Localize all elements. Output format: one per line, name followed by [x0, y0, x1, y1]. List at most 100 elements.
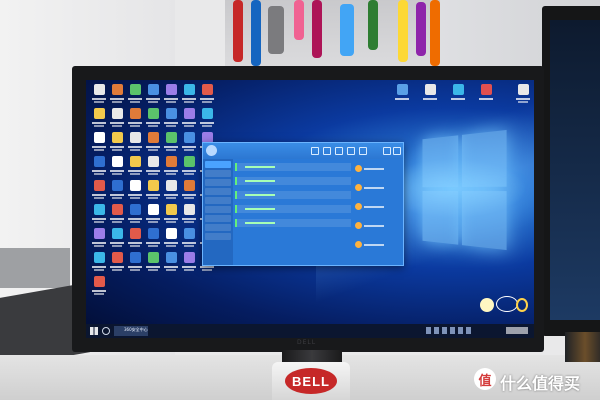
desktop-icon[interactable]	[90, 228, 108, 252]
desktop-icon[interactable]	[108, 84, 126, 108]
desktop-icon[interactable]	[198, 84, 216, 108]
desktop-icon[interactable]	[126, 228, 144, 252]
sidebar-item[interactable]	[205, 170, 231, 177]
tray-icon[interactable]	[458, 327, 463, 334]
taskbar: 360安全中心	[86, 324, 534, 338]
minimize-icon[interactable]	[383, 147, 391, 155]
sidebar-item[interactable]	[205, 215, 231, 222]
sidebar-item[interactable]	[205, 233, 231, 240]
desktop-icon[interactable]	[198, 108, 216, 132]
close-icon[interactable]	[393, 147, 401, 155]
desktop-icon[interactable]	[162, 252, 180, 276]
desktop-icon[interactable]	[162, 156, 180, 180]
desktop-widget[interactable]	[480, 294, 530, 320]
desktop-icon[interactable]	[162, 108, 180, 132]
app-window-titlebar[interactable]	[203, 143, 403, 159]
taskbar-clock[interactable]	[506, 327, 528, 334]
tray-icon[interactable]	[434, 327, 439, 334]
desktop-icon[interactable]	[180, 84, 198, 108]
desktop-icon[interactable]	[108, 228, 126, 252]
hanging-cable	[398, 0, 408, 62]
list-item[interactable]	[235, 219, 351, 227]
desktop-icon[interactable]	[90, 252, 108, 276]
list-item[interactable]	[235, 163, 351, 171]
desktop-icon[interactable]	[108, 156, 126, 180]
desktop-icon[interactable]	[126, 84, 144, 108]
list-item[interactable]	[355, 237, 401, 252]
desktop-icon[interactable]	[180, 228, 198, 252]
desktop-icon[interactable]	[420, 84, 440, 108]
desktop-icon[interactable]	[108, 204, 126, 228]
desktop-icon[interactable]	[90, 156, 108, 180]
tray-icon[interactable]	[426, 327, 431, 334]
desktop-icon[interactable]	[392, 84, 412, 108]
list-item[interactable]	[235, 191, 351, 199]
desktop-icon[interactable]	[162, 228, 180, 252]
desktop-icon[interactable]	[108, 108, 126, 132]
desktop-icon[interactable]	[90, 204, 108, 228]
desktop-icon[interactable]	[514, 84, 532, 108]
list-item[interactable]	[355, 161, 401, 176]
desktop-icon[interactable]	[180, 204, 198, 228]
desktop-icon[interactable]	[476, 84, 496, 108]
desktop-icon[interactable]	[90, 84, 108, 108]
list-item[interactable]	[355, 199, 401, 214]
desktop-icon[interactable]	[180, 108, 198, 132]
desktop-icon[interactable]	[144, 108, 162, 132]
desktop-icon[interactable]	[90, 132, 108, 156]
desktop-icon[interactable]	[108, 132, 126, 156]
toolbar-icon[interactable]	[347, 147, 355, 155]
system-tray	[426, 327, 471, 334]
desktop-icon[interactable]	[126, 204, 144, 228]
desktop-icon[interactable]	[126, 252, 144, 276]
avatar[interactable]	[206, 145, 217, 156]
desktop-icon[interactable]	[162, 180, 180, 204]
list-item[interactable]	[355, 218, 401, 233]
tray-icon[interactable]	[442, 327, 447, 334]
desktop-icon[interactable]	[144, 204, 162, 228]
tray-icon[interactable]	[466, 327, 471, 334]
desktop-icon[interactable]	[144, 132, 162, 156]
desktop-icon[interactable]	[90, 180, 108, 204]
sidebar-item[interactable]	[205, 179, 231, 186]
desktop-icon[interactable]	[108, 180, 126, 204]
toolbar-icon[interactable]	[359, 147, 367, 155]
desktop-icon[interactable]	[90, 108, 108, 132]
toolbar-icon[interactable]	[335, 147, 343, 155]
app-window[interactable]	[202, 142, 404, 266]
desktop-icon[interactable]	[126, 108, 144, 132]
desktop-icon[interactable]	[180, 252, 198, 276]
desktop-icon[interactable]	[108, 252, 126, 276]
desktop-icon[interactable]	[90, 276, 108, 300]
desktop-icon[interactable]	[162, 132, 180, 156]
list-item[interactable]	[235, 177, 351, 185]
desktop-icon[interactable]	[126, 180, 144, 204]
sidebar-item[interactable]	[205, 224, 231, 231]
search-icon[interactable]	[102, 327, 110, 335]
sidebar-item[interactable]	[205, 206, 231, 213]
hanging-cable	[294, 0, 304, 40]
desktop-icon[interactable]	[162, 84, 180, 108]
sidebar-item[interactable]	[205, 161, 231, 168]
sidebar-item[interactable]	[205, 197, 231, 204]
toolbar-icon[interactable]	[323, 147, 331, 155]
windows-start-icon[interactable]	[90, 327, 98, 335]
desktop-icon[interactable]	[126, 132, 144, 156]
desktop-icon[interactable]	[180, 156, 198, 180]
list-item[interactable]	[355, 180, 401, 195]
hanging-cable	[416, 2, 426, 56]
desktop-icon[interactable]	[162, 204, 180, 228]
desktop-icon[interactable]	[448, 84, 468, 108]
desktop-icon[interactable]	[126, 156, 144, 180]
sidebar-item[interactable]	[205, 188, 231, 195]
desktop-icon[interactable]	[180, 132, 198, 156]
desktop-icon[interactable]	[144, 84, 162, 108]
list-item[interactable]	[235, 205, 351, 213]
desktop-icon[interactable]	[144, 228, 162, 252]
desktop-icon[interactable]	[144, 156, 162, 180]
desktop-icon[interactable]	[144, 252, 162, 276]
tray-icon[interactable]	[450, 327, 455, 334]
desktop-icon[interactable]	[144, 180, 162, 204]
desktop-icon[interactable]	[180, 180, 198, 204]
toolbar-icon[interactable]	[311, 147, 319, 155]
